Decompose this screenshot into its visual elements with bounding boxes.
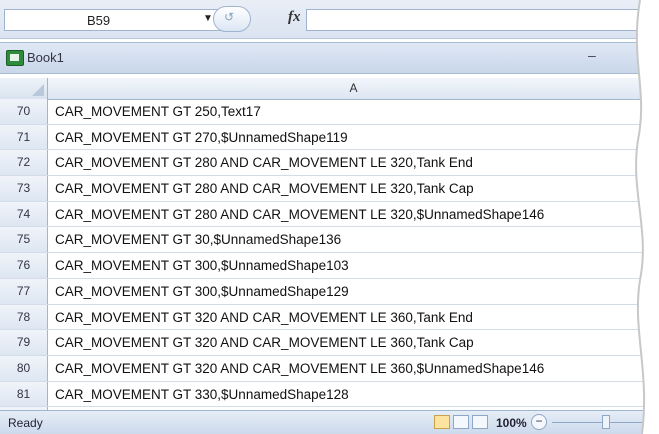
- column-header-row: A: [0, 78, 659, 100]
- table-row: 77 CAR_MOVEMENT GT 300,$UnnamedShape129: [0, 278, 659, 305]
- row-header[interactable]: 72: [0, 150, 48, 176]
- row-header[interactable]: 74: [0, 201, 48, 227]
- excel-window: B59 ▼ ↺ fx Book1 – A 70 CAR_MOVEMENT GT 2…: [0, 0, 659, 434]
- table-row: 71 CAR_MOVEMENT GT 270,$UnnamedShape119: [0, 124, 659, 151]
- chevron-down-icon[interactable]: ▼: [203, 13, 213, 24]
- table-row: 74 CAR_MOVEMENT GT 280 AND CAR_MOVEMENT L…: [0, 201, 659, 228]
- status-bar: Ready 100% −: [0, 410, 659, 434]
- cell-a[interactable]: CAR_MOVEMENT GT 30,$UnnamedShape136: [55, 227, 341, 252]
- row-header[interactable]: 81: [0, 381, 48, 407]
- cell-a[interactable]: CAR_MOVEMENT GT 320 AND CAR_MOVEMENT LE …: [55, 305, 473, 330]
- zoom-slider-thumb[interactable]: [602, 415, 610, 429]
- table-row: 75 CAR_MOVEMENT GT 30,$UnnamedShape136: [0, 227, 659, 254]
- cell-a[interactable]: CAR_MOVEMENT GT 300,$UnnamedShape103: [55, 253, 349, 278]
- table-row: 72 CAR_MOVEMENT GT 280 AND CAR_MOVEMENT L…: [0, 150, 659, 177]
- cancel-icon: ↺: [224, 10, 235, 24]
- row-header[interactable]: 71: [0, 124, 48, 150]
- table-row: 81 CAR_MOVEMENT GT 330,$UnnamedShape128: [0, 381, 659, 408]
- workbook-titlebar: Book1 –: [0, 42, 659, 74]
- table-row: 79 CAR_MOVEMENT GT 320 AND CAR_MOVEMENT L…: [0, 330, 659, 356]
- select-all-button[interactable]: [0, 78, 48, 99]
- status-text: Ready: [8, 416, 43, 430]
- zoom-level[interactable]: 100%: [496, 416, 527, 430]
- cancel-entry-button[interactable]: ↺: [213, 6, 251, 32]
- normal-view-button[interactable]: [434, 415, 450, 429]
- minimize-button[interactable]: –: [588, 47, 596, 63]
- row-header[interactable]: 78: [0, 304, 48, 330]
- cell-a[interactable]: CAR_MOVEMENT GT 280 AND CAR_MOVEMENT LE …: [55, 176, 474, 201]
- cell-a[interactable]: CAR_MOVEMENT GT 320 AND CAR_MOVEMENT LE …: [55, 356, 544, 381]
- row-header[interactable]: 80: [0, 355, 48, 381]
- formula-input[interactable]: [306, 9, 659, 31]
- name-box-value: B59: [87, 13, 111, 28]
- cell-a[interactable]: CAR_MOVEMENT GT 280 AND CAR_MOVEMENT LE …: [55, 202, 544, 227]
- formula-bar: B59 ▼ ↺ fx: [0, 0, 659, 39]
- cell-a[interactable]: CAR_MOVEMENT GT 280 AND CAR_MOVEMENT LE …: [55, 150, 473, 175]
- row-header[interactable]: 77: [0, 278, 48, 304]
- row-header[interactable]: 79: [0, 330, 48, 355]
- cell-a[interactable]: CAR_MOVEMENT GT 270,$UnnamedShape119: [55, 125, 348, 150]
- cell-a[interactable]: CAR_MOVEMENT GT 300,$UnnamedShape129: [55, 279, 349, 304]
- cell-a[interactable]: CAR_MOVEMENT GT 250,Text17: [55, 99, 261, 124]
- excel-workbook-icon: [6, 50, 24, 66]
- workbook-title: Book1: [27, 50, 64, 65]
- row-header[interactable]: 70: [0, 99, 48, 124]
- name-box[interactable]: B59 ▼: [4, 9, 240, 31]
- table-row: 70 CAR_MOVEMENT GT 250,Text17: [0, 99, 659, 125]
- table-row: 78 CAR_MOVEMENT GT 320 AND CAR_MOVEMENT L…: [0, 304, 659, 331]
- column-header-a[interactable]: A: [48, 78, 659, 99]
- table-row: 76 CAR_MOVEMENT GT 300,$UnnamedShape103: [0, 253, 659, 279]
- function-icon[interactable]: fx: [288, 9, 301, 26]
- page-layout-view-button[interactable]: [453, 415, 469, 429]
- row-header[interactable]: 73: [0, 176, 48, 201]
- page-break-view-button[interactable]: [472, 415, 488, 429]
- table-row: 80 CAR_MOVEMENT GT 320 AND CAR_MOVEMENT L…: [0, 355, 659, 382]
- table-row: 73 CAR_MOVEMENT GT 280 AND CAR_MOVEMENT L…: [0, 176, 659, 202]
- row-header[interactable]: 75: [0, 227, 48, 253]
- cell-a[interactable]: CAR_MOVEMENT GT 320 AND CAR_MOVEMENT LE …: [55, 330, 474, 355]
- zoom-out-button[interactable]: −: [531, 414, 547, 430]
- row-header[interactable]: 76: [0, 253, 48, 278]
- grid-rows: 70 CAR_MOVEMENT GT 250,Text17 71 CAR_MOVEME…: [0, 99, 659, 433]
- cell-a[interactable]: CAR_MOVEMENT GT 330,$UnnamedShape128: [55, 382, 349, 407]
